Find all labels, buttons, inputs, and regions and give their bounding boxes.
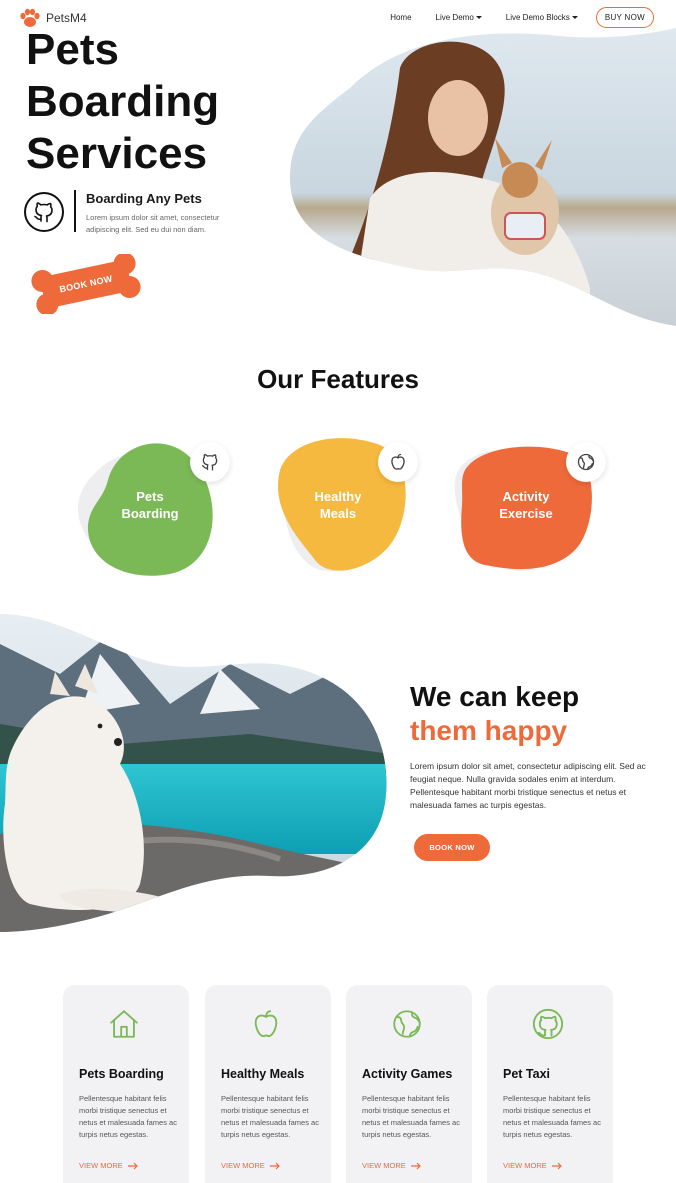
- happy-book-now-button[interactable]: BOOK NOW: [414, 834, 490, 861]
- feature-label-line: Healthy: [314, 489, 362, 504]
- view-more-label: VIEW MORE: [503, 1161, 547, 1170]
- service-card-title: Healthy Meals: [221, 1067, 305, 1081]
- hero-title: Pets Boarding Services: [26, 24, 219, 180]
- hero-feature-title: Boarding Any Pets: [86, 191, 202, 206]
- feature-icon-badge: [378, 442, 418, 482]
- hero-title-line: Boarding: [26, 77, 220, 126]
- happy-title-line: We can keep: [410, 681, 580, 712]
- hero-feature-icon-circle: [24, 192, 64, 232]
- service-card-text: Pellentesque habitant felis morbi tristi…: [79, 1094, 177, 1139]
- service-card-text: Pellentesque habitant felis morbi tristi…: [362, 1094, 460, 1139]
- nav-links: Home Live Demo Live Demo Blocks BUY NOW: [366, 7, 654, 28]
- service-card-title: Activity Games: [362, 1067, 453, 1081]
- feature-pets-boarding[interactable]: Pets Boarding: [78, 430, 238, 590]
- view-more-link[interactable]: VIEW MORE: [503, 1161, 562, 1170]
- service-card-text: Pellentesque habitant felis morbi tristi…: [221, 1094, 319, 1139]
- view-more-link[interactable]: VIEW MORE: [79, 1161, 138, 1170]
- features-title: Our Features: [257, 364, 419, 394]
- github-icon: [34, 202, 53, 223]
- hero-feature-text: Lorem ipsum dolor sit amet, consectetur …: [86, 213, 220, 234]
- nav-link-label: Home: [390, 13, 412, 22]
- view-more-link[interactable]: VIEW MORE: [362, 1161, 421, 1170]
- nav-link-live-demo-blocks[interactable]: Live Demo Blocks: [506, 13, 578, 22]
- hero-feature: Boarding Any Pets Lorem ipsum dolor sit …: [24, 190, 236, 236]
- happy-title: We can keep them happy: [410, 680, 579, 748]
- caret-down-icon: [571, 16, 578, 19]
- github-icon: [532, 1008, 564, 1040]
- hero-title-line: Pets: [26, 25, 119, 74]
- divider: [74, 190, 76, 232]
- feature-label-line: Exercise: [499, 506, 553, 521]
- feature-label-line: Meals: [319, 506, 357, 521]
- github-icon: [201, 453, 218, 471]
- caret-down-icon: [475, 16, 482, 19]
- arrow-right-icon: [269, 1162, 280, 1169]
- feature-label-line: Pets: [136, 489, 164, 504]
- arrow-right-icon: [127, 1162, 138, 1169]
- service-card-pet-taxi: Pet Taxi Pellentesque habitant felis mor…: [487, 985, 613, 1183]
- view-more-link[interactable]: VIEW MORE: [221, 1161, 280, 1170]
- happy-text: Lorem ipsum dolor sit amet, consectetur …: [410, 761, 646, 810]
- feature-healthy-meals[interactable]: Healthy Meals: [270, 430, 430, 590]
- feature-label-line: Boarding: [121, 506, 179, 521]
- feature-icon-badge: [566, 442, 606, 482]
- globe-icon: [393, 1010, 421, 1038]
- service-card-title: Pet Taxi: [503, 1067, 551, 1081]
- nav-link-home[interactable]: Home: [390, 13, 411, 22]
- service-card-healthy-meals: Healthy Meals Pellentesque habitant feli…: [205, 985, 331, 1183]
- arrow-right-icon: [410, 1162, 421, 1169]
- globe-icon: [577, 453, 595, 471]
- buy-now-button[interactable]: BUY NOW: [595, 7, 654, 28]
- service-card-title: Pets Boarding: [79, 1067, 164, 1081]
- nav-link-label: Live Demo: [435, 13, 474, 22]
- home-icon: [110, 1010, 138, 1038]
- happy-dog-image: [0, 614, 390, 939]
- hero-title-line: Services: [26, 129, 208, 178]
- happy-title-line-accent: them happy: [410, 715, 568, 746]
- apple-icon: [391, 453, 405, 470]
- hero-image: [290, 28, 676, 333]
- service-card-text: Pellentesque habitant felis morbi tristi…: [503, 1094, 601, 1139]
- logo-text: PetsM4: [46, 11, 87, 25]
- service-card-pets-boarding: Pets Boarding Pellentesque habitant feli…: [63, 985, 189, 1183]
- hero-book-now-button[interactable]: BOOK NOW: [30, 252, 142, 316]
- service-card-activity-games: Activity Games Pellentesque habitant fel…: [346, 985, 472, 1183]
- view-more-label: VIEW MORE: [221, 1161, 265, 1170]
- apple-icon: [254, 1010, 278, 1038]
- feature-activity-exercise[interactable]: Activity Exercise: [450, 430, 610, 590]
- feature-icon-badge: [190, 442, 230, 482]
- feature-label-line: Activity: [502, 489, 550, 504]
- arrow-right-icon: [551, 1162, 562, 1169]
- nav-link-live-demo[interactable]: Live Demo: [436, 13, 482, 22]
- view-more-label: VIEW MORE: [79, 1161, 123, 1170]
- nav-link-label: Live Demo Blocks: [505, 13, 570, 22]
- view-more-label: VIEW MORE: [362, 1161, 406, 1170]
